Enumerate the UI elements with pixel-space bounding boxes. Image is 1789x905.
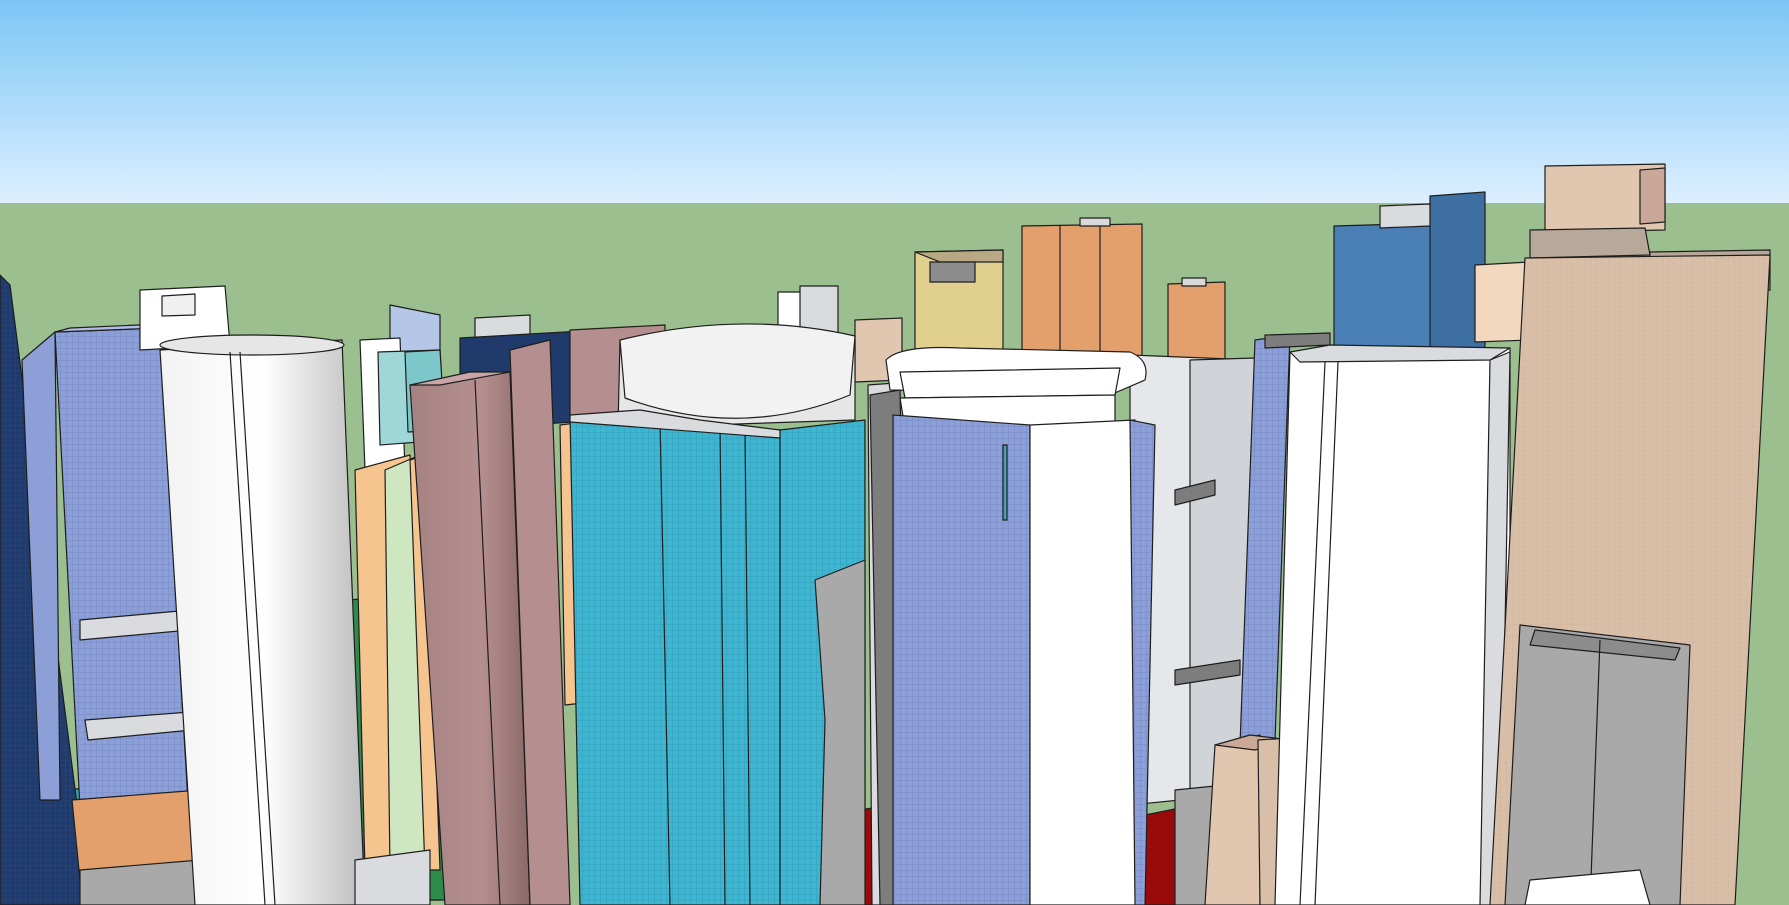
white-tower-right — [1274, 344, 1511, 905]
skyline-scene[interactable] — [0, 0, 1789, 905]
periwinkle-white-tower — [869, 346, 1156, 905]
beige-tower-right — [1489, 227, 1771, 905]
sky — [0, 0, 1789, 203]
white-cylinder-tower — [159, 334, 366, 905]
3d-modeling-viewport[interactable] — [0, 0, 1789, 905]
